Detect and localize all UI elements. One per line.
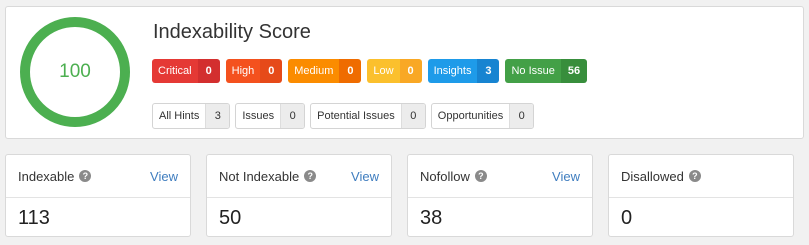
card-label: Nofollow — [420, 168, 470, 184]
badge-label: Medium — [288, 59, 340, 83]
filter-label: Opportunities — [437, 110, 504, 122]
severity-badges: Critical 0 High 0 Medium 0 Low 0 Insight… — [152, 59, 588, 83]
score-value: 100 — [59, 61, 91, 82]
filter-label: All Hints — [159, 110, 200, 122]
question-icon[interactable]: ? — [688, 170, 701, 182]
badge-count: 0 — [339, 59, 362, 83]
card-title: Not Indexable ? — [219, 168, 317, 184]
badge-medium[interactable]: Medium 0 — [288, 59, 362, 83]
filter-count: 3 — [205, 104, 230, 128]
badge-high[interactable]: High 0 — [225, 59, 283, 83]
question-icon[interactable]: ? — [79, 170, 92, 182]
badge-critical[interactable]: Critical 0 — [152, 59, 220, 83]
badge-label: Low — [367, 59, 400, 83]
badge-count: 0 — [399, 59, 422, 83]
hint-filters: All Hints 3 Issues 0 Potential Issues 0 … — [152, 103, 535, 129]
card-label: Not Indexable — [219, 168, 300, 184]
card-disallowed: Disallowed ? 0 — [608, 154, 794, 237]
filter-count: 0 — [509, 104, 534, 128]
filter-label: Potential Issues — [317, 110, 395, 122]
filter-potential-issues[interactable]: Potential Issues 0 — [310, 103, 426, 129]
question-icon[interactable]: ? — [474, 170, 487, 182]
card-value: 113 — [18, 207, 50, 229]
card-label: Disallowed — [621, 168, 684, 184]
card-not-indexable: Not Indexable ? View 50 — [206, 154, 392, 237]
filter-label: Issues — [242, 110, 275, 122]
badge-label: Insights — [427, 59, 478, 83]
indexability-score-panel: 100 Indexability Score Critical 0 High 0… — [5, 6, 804, 139]
question-icon[interactable]: ? — [304, 170, 317, 182]
card-header: Not Indexable ? View — [207, 155, 391, 198]
badge-insights[interactable]: Insights 3 — [427, 59, 500, 83]
filter-issues[interactable]: Issues 0 — [235, 103, 306, 129]
card-indexable: Indexable ? View 113 — [5, 154, 191, 237]
badge-count: 0 — [260, 59, 283, 83]
badge-count: 56 — [560, 59, 588, 83]
filter-count: 0 — [280, 104, 305, 128]
view-link[interactable]: View — [150, 169, 178, 184]
card-title: Disallowed ? — [621, 169, 701, 184]
badge-label: High — [225, 59, 261, 83]
card-title: Nofollow ? — [420, 169, 487, 184]
card-nofollow: Nofollow ? View 38 — [407, 154, 593, 237]
badge-label: Critical — [152, 59, 198, 83]
card-header: Disallowed ? — [609, 155, 793, 198]
filter-opportunities[interactable]: Opportunities 0 — [430, 103, 535, 129]
view-link[interactable]: View — [552, 169, 580, 184]
badge-count: 0 — [197, 59, 220, 83]
card-header: Indexable ? View — [6, 155, 190, 198]
badge-label: No Issue — [505, 59, 561, 83]
filter-count: 0 — [400, 104, 425, 128]
view-link[interactable]: View — [351, 169, 379, 184]
score-gauge: 100 — [19, 16, 131, 128]
badge-low[interactable]: Low 0 — [367, 59, 422, 83]
filter-all-hints[interactable]: All Hints 3 — [152, 103, 231, 129]
card-title: Indexable ? — [18, 168, 92, 184]
card-header: Nofollow ? View — [408, 155, 592, 198]
card-value: 50 — [219, 207, 242, 229]
card-value: 0 — [621, 207, 633, 229]
card-value: 38 — [420, 207, 443, 229]
badge-no-issue[interactable]: No Issue 56 — [505, 59, 588, 83]
panel-title: Indexability Score — [153, 21, 311, 43]
card-label: Indexable — [18, 168, 75, 184]
badge-count: 3 — [477, 59, 500, 83]
